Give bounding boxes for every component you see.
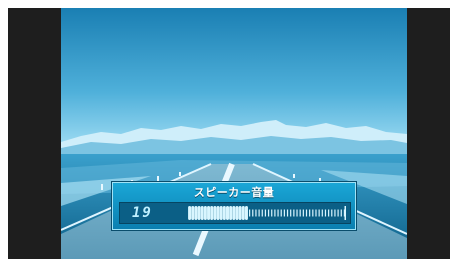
volume-segment-empty	[328, 209, 330, 217]
volume-segment-filled	[229, 206, 233, 220]
volume-bar-end-cap	[344, 206, 346, 220]
volume-segment-filled	[241, 206, 245, 220]
volume-segment-filled	[219, 206, 223, 220]
volume-segment-filled	[213, 206, 217, 220]
volume-segment-empty	[318, 209, 320, 217]
volume-segment-empty	[280, 209, 282, 217]
volume-segment-empty	[296, 209, 298, 217]
volume-segment-empty	[340, 209, 342, 217]
volume-segment-filled	[207, 206, 211, 220]
volume-segment-empty	[331, 209, 333, 217]
volume-segment-empty	[249, 209, 251, 217]
volume-segment-empty	[286, 209, 289, 217]
volume-segment-filled	[238, 206, 242, 220]
volume-segment-empty	[264, 209, 267, 217]
volume-segment-filled	[235, 206, 239, 220]
volume-segment-filled	[197, 206, 201, 220]
volume-segment-filled	[194, 206, 198, 220]
display-frame: スピーカー音量 19	[0, 0, 458, 267]
volume-segment-empty	[290, 209, 292, 217]
volume-segment-empty	[293, 209, 295, 217]
volume-segment-empty	[302, 209, 304, 217]
screen: スピーカー音量 19	[8, 8, 450, 259]
volume-segment-empty	[252, 209, 254, 217]
volume-segment-filled	[232, 206, 236, 220]
volume-segment-filled	[203, 206, 207, 220]
volume-segment-empty	[321, 209, 323, 217]
volume-segment-filled	[210, 206, 214, 220]
volume-segment-empty	[277, 209, 279, 217]
volume-segment-empty	[299, 209, 301, 217]
volume-segment-filled	[226, 206, 229, 220]
speaker-volume-osd: スピーカー音量 19	[112, 182, 356, 230]
volume-segment-filled	[191, 206, 195, 220]
osd-title: スピーカー音量	[193, 186, 275, 199]
volume-segment-empty	[255, 209, 257, 217]
volume-segment-filled	[216, 206, 220, 220]
volume-segment-empty	[261, 209, 263, 217]
volume-segment-filled	[244, 206, 248, 220]
volume-segment-empty	[267, 209, 270, 217]
volume-segment-empty	[305, 209, 308, 217]
volume-segment-empty	[274, 209, 276, 217]
volume-track: 19	[119, 202, 351, 224]
volume-segment-empty	[324, 209, 327, 217]
volume-segment-filled	[188, 206, 192, 220]
volume-level-bar[interactable]	[188, 206, 346, 220]
volume-segment-empty	[312, 209, 314, 217]
volume-segment-empty	[258, 209, 260, 217]
volume-segment-empty	[334, 209, 336, 217]
volume-segment-empty	[309, 209, 311, 217]
volume-segment-empty	[283, 209, 285, 217]
volume-segment-filled	[222, 206, 226, 220]
volume-segment-empty	[315, 209, 317, 217]
volume-segment-empty	[271, 209, 273, 217]
volume-segment-empty	[337, 209, 339, 217]
volume-level-value: 19	[132, 205, 153, 221]
volume-segment-filled	[200, 206, 204, 220]
